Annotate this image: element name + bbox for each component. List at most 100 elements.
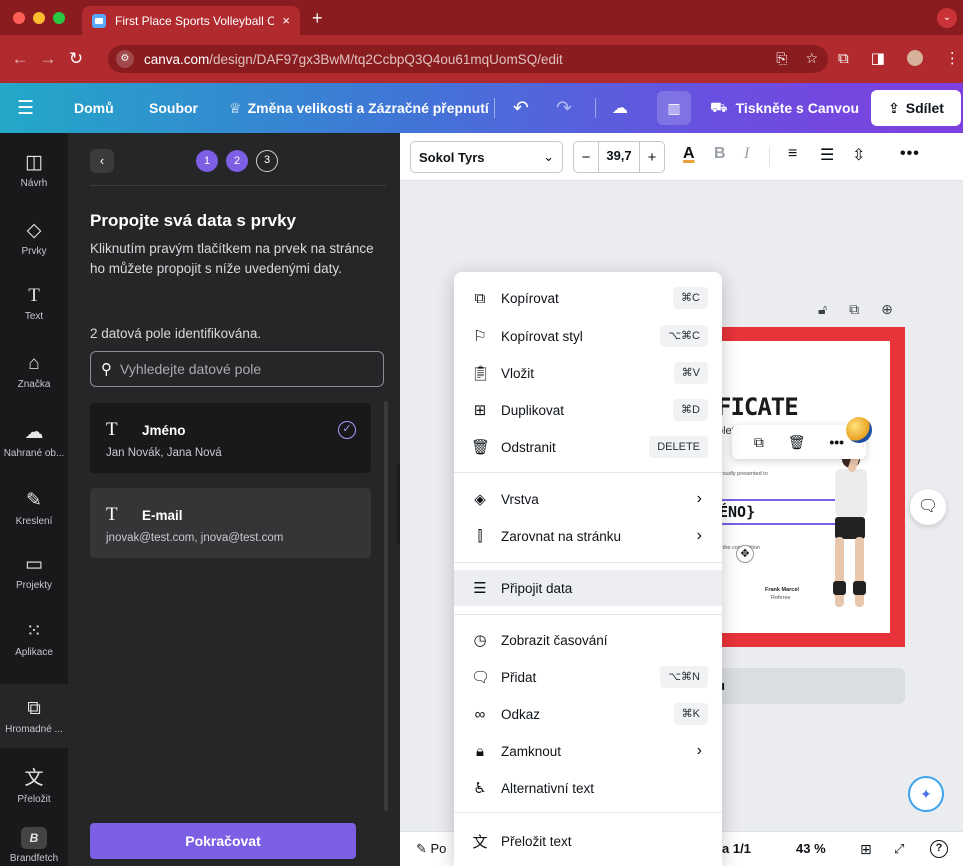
decrease-font-size-button[interactable]: −	[574, 149, 598, 166]
line-spacing-icon[interactable]: ⇳	[852, 145, 865, 165]
text-color-icon[interactable]: A	[683, 145, 695, 163]
tab-search-chevron-icon[interactable]: ⌄	[937, 8, 957, 28]
rail-item-text[interactable]: T Text	[0, 285, 68, 322]
new-tab-button[interactable]: +	[312, 8, 323, 29]
volleyball-player-image[interactable]	[805, 431, 883, 621]
share-button[interactable]: ⇪ Sdílet	[871, 90, 961, 126]
panel-scrollbar[interactable]	[384, 401, 388, 811]
rail-item-projects[interactable]: ▭ Projekty	[0, 553, 68, 591]
site-settings-icon[interactable]: ⚙	[116, 50, 134, 68]
menu-item-delete[interactable]: 🗑︎ Odstranit DELETE	[454, 429, 722, 465]
italic-icon[interactable]: I	[744, 145, 749, 163]
increase-font-size-button[interactable]: +	[640, 149, 664, 166]
menu-hamburger-icon[interactable]: ☰	[17, 83, 34, 133]
align-icon: ⫿	[477, 527, 483, 545]
duplicate-element-icon[interactable]: ⧉	[754, 434, 764, 451]
magic-sparkle-icon[interactable]: ✦	[908, 776, 944, 812]
bold-icon[interactable]: B	[714, 145, 726, 163]
forward-arrow-icon[interactable]: →	[34, 49, 62, 69]
rail-item-brandfetch[interactable]: B Brandfetch	[0, 827, 68, 864]
menu-item-add-comment[interactable]: 🗨︎ Přidat ⌥⌘N	[454, 659, 722, 695]
delete-element-icon[interactable]: 🗑︎	[788, 434, 806, 451]
back-chevron-icon[interactable]: ‹	[90, 149, 114, 173]
extensions-icon[interactable]: ⧉	[838, 50, 849, 67]
add-page-button[interactable]: u	[705, 668, 905, 704]
rail-item-draw[interactable]: ✎ Kreslení	[0, 489, 68, 527]
insights-chart-icon[interactable]: ▥	[657, 91, 691, 125]
design-page[interactable]: FICATE pletion Proudly presented to ÉNO}…	[705, 327, 905, 647]
page-indicator[interactable]: a 1/1	[722, 841, 751, 856]
font-family-select[interactable]: Sokol Tyrs ⌄	[410, 141, 563, 173]
menu-item-translate-text[interactable]: 文 Přeložit text	[454, 823, 722, 859]
file-menu-button[interactable]: Soubor	[149, 83, 198, 133]
browser-tab[interactable]: First Place Sports Volleyball C ×	[82, 6, 300, 35]
add-page-icon[interactable]: ⊕	[881, 301, 893, 318]
reload-icon[interactable]: ↻	[62, 49, 90, 69]
font-size-input[interactable]: 39,7	[598, 141, 640, 173]
menu-item-layer[interactable]: ◈ Vrstva ›	[454, 481, 722, 517]
certificate-title[interactable]: FICATE	[717, 393, 799, 421]
context-menu: ⧉ Kopírovat ⌘C ⚐ Kopírovat styl ⌥⌘C 📋︎ Vložit…	[454, 272, 722, 866]
duplicate-page-icon[interactable]: ⧉	[849, 301, 859, 318]
text-icon: T	[28, 285, 40, 306]
grid-view-icon[interactable]: ⊞	[860, 841, 872, 858]
minimize-window-button[interactable]	[33, 12, 45, 24]
rail-item-apps[interactable]: ⁙ Aplikace	[0, 620, 68, 658]
maximize-window-button[interactable]	[53, 12, 65, 24]
chevron-down-icon: ⌄	[543, 149, 554, 164]
data-field-card[interactable]: T E-mail jnovak@test.com, jnova@test.com	[90, 488, 371, 558]
menu-item-paste[interactable]: 📋︎ Vložit ⌘V	[454, 355, 722, 391]
close-window-button[interactable]	[13, 12, 25, 24]
element-more-icon[interactable]: •••	[829, 434, 844, 450]
menu-item-copy[interactable]: ⧉ Kopírovat ⌘C	[454, 280, 722, 316]
move-handle-icon[interactable]: ✥	[736, 545, 754, 563]
fullscreen-icon[interactable]: ⤢	[894, 841, 904, 857]
step-indicator: 1 2 3	[196, 150, 278, 172]
menu-item-link[interactable]: ∞ Odkaz ⌘K	[454, 696, 722, 732]
brandfetch-icon: B	[21, 827, 47, 849]
upload-icon: ☁	[24, 422, 44, 443]
menu-item-connect-data[interactable]: ☰ Připojit data	[454, 570, 722, 606]
browser-tab-bar: First Place Sports Volleyball C × + ⌄	[0, 0, 963, 35]
clipboard-icon: 📋︎	[471, 365, 491, 382]
help-icon[interactable]: ?	[930, 840, 948, 858]
undo-icon[interactable]: ↶	[513, 83, 529, 133]
profile-avatar[interactable]	[906, 50, 923, 66]
url-field[interactable]: ⚙ canva.com/design/DAF97gx3BwM/tq2CcbpQ3…	[108, 45, 828, 73]
comment-add-icon[interactable]: 🗨︎	[910, 489, 946, 525]
menu-item-duplicate[interactable]: ⊞ Duplikovat ⌘D	[454, 392, 722, 428]
menu-item-alt-text[interactable]: ♿︎ Alternativní text	[454, 770, 722, 806]
home-button[interactable]: Domů	[74, 83, 114, 133]
menu-item-align-page[interactable]: ⫿ Zarovnat na stránku ›	[454, 518, 722, 554]
tab-close-icon[interactable]: ×	[282, 13, 290, 28]
translate-page-icon[interactable]: ⎘	[776, 50, 787, 67]
rail-item-elements[interactable]: ◇ Prvky	[0, 219, 68, 257]
print-with-canva-button[interactable]: ⛟ Tiskněte s Canvou	[710, 83, 859, 133]
zoom-level[interactable]: 43 %	[796, 841, 826, 856]
more-options-icon[interactable]: •••	[900, 145, 920, 163]
rail-item-design[interactable]: ◫ Návrh	[0, 151, 68, 189]
rail-item-uploads[interactable]: ☁ Nahrané ob...	[0, 421, 68, 459]
notes-button[interactable]: ✎ Po	[416, 841, 446, 857]
menu-item-copy-style[interactable]: ⚐ Kopírovat styl ⌥⌘C	[454, 318, 722, 354]
lock-icon: 🔒︎	[476, 742, 484, 760]
bullet-list-icon[interactable]: ☰	[820, 145, 834, 165]
browser-menu-icon[interactable]: ⋮	[945, 49, 960, 67]
cloud-sync-icon[interactable]: ☁	[612, 83, 628, 133]
bookmark-star-icon[interactable]: ☆	[805, 50, 818, 67]
side-panel-icon[interactable]: ◨	[871, 49, 885, 67]
rail-item-brand[interactable]: ⌂ Značka	[0, 353, 68, 390]
menu-item-lock[interactable]: 🔒︎ Zamknout ›	[454, 733, 722, 769]
menu-item-show-timing[interactable]: ◷ Zobrazit časování	[454, 622, 722, 658]
search-input[interactable]	[120, 361, 360, 377]
data-field-card[interactable]: T Jméno Jan Novák, Jana Nová ✓	[90, 403, 371, 473]
align-center-icon[interactable]: ≡	[788, 145, 797, 163]
back-arrow-icon[interactable]: ←	[6, 49, 34, 69]
continue-button[interactable]: Pokračovat	[90, 823, 356, 859]
redo-icon[interactable]: ↷	[556, 83, 572, 133]
lock-page-icon[interactable]: 🔓︎	[818, 301, 827, 318]
resize-magic-switch-button[interactable]: ♕ Změna velikosti a Zázračné přepnutí	[229, 83, 489, 133]
rail-item-bulk-create[interactable]: ⧉ Hromadné ...	[0, 684, 68, 748]
rail-item-translate[interactable]: 文 Přeložit	[0, 763, 68, 805]
data-field-search[interactable]: ⚲	[90, 351, 384, 387]
